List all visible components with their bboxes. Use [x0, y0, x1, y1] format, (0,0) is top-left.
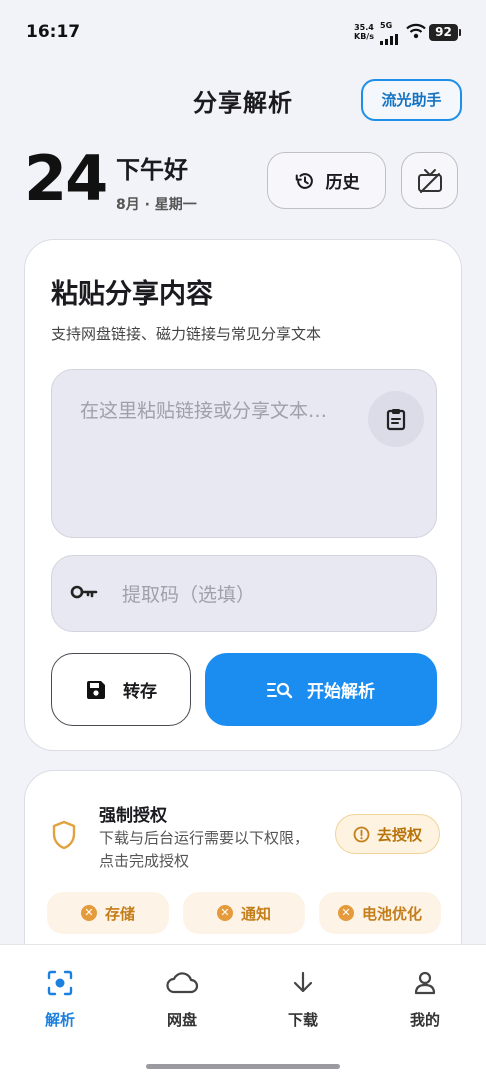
alert-icon	[353, 826, 370, 842]
extract-code-placeholder: 提取码（选填）	[122, 584, 256, 606]
status-time: 16:17	[26, 22, 81, 42]
day-number: 24	[24, 142, 108, 215]
download-icon	[293, 971, 313, 993]
paste-card-subtitle: 支持网盘链接、磁力链接与常见分享文本	[51, 325, 322, 343]
scan-icon	[47, 970, 73, 996]
paste-input[interactable]: 在这里粘贴链接或分享文本…	[51, 369, 437, 538]
network-speed-unit: KB/s	[354, 32, 374, 41]
user-icon	[414, 971, 436, 995]
signal-5g-icon: 5G	[380, 22, 398, 49]
nav-item-cloud[interactable]: 网盘	[142, 969, 222, 1030]
network-speed: 35.4 KB/s	[354, 23, 374, 41]
history-icon	[295, 172, 313, 189]
nav-label: 我的	[409, 1011, 440, 1029]
save-button[interactable]: 转存	[51, 653, 191, 726]
nav-label: 网盘	[166, 1011, 197, 1029]
paste-card-title: 粘贴分享内容	[51, 279, 213, 310]
close-circle-icon: ✕	[337, 905, 354, 921]
start-parse-button[interactable]: 开始解析	[205, 653, 437, 726]
network-speed-value: 35.4	[354, 23, 374, 32]
auth-card: 强制授权 下载与后台运行需要以下权限，点击完成授权 去授权 ✕ 存储 ✕ 通知 …	[24, 770, 462, 970]
paste-clipboard-button[interactable]	[368, 391, 424, 447]
go-authorize-label: 去授权	[376, 825, 422, 844]
home-indicator[interactable]	[146, 1064, 340, 1069]
status-bar: 16:17 35.4 KB/s 5G 92	[0, 0, 486, 64]
save-label: 转存	[123, 682, 157, 702]
auth-title: 强制授权	[99, 806, 167, 826]
permission-chip-label: 存储	[104, 904, 135, 923]
start-parse-label: 开始解析	[307, 682, 375, 702]
battery-indicator: 92	[429, 24, 461, 41]
close-circle-icon: ✕	[216, 905, 233, 921]
nav-item-mine[interactable]: 我的	[385, 969, 465, 1030]
search-list-icon	[267, 682, 293, 698]
date-subtitle: 8月 · 星期一	[116, 197, 197, 213]
paste-card: 粘贴分享内容 支持网盘链接、磁力链接与常见分享文本 在这里粘贴链接或分享文本… …	[24, 239, 462, 751]
key-icon	[70, 585, 98, 599]
network-type: 5G	[380, 21, 393, 30]
nav-item-parse[interactable]: 解析	[20, 969, 100, 1030]
save-icon	[87, 680, 105, 699]
extract-code-input[interactable]: 提取码（选填）	[51, 555, 437, 632]
permission-chip-battery[interactable]: ✕ 电池优化	[319, 892, 441, 934]
nav-item-download[interactable]: 下载	[263, 969, 343, 1030]
history-label: 历史	[325, 173, 360, 193]
cloud-icon	[166, 972, 199, 994]
close-circle-icon: ✕	[80, 905, 97, 921]
wifi-icon	[406, 23, 426, 39]
shield-icon	[52, 820, 76, 850]
go-authorize-button[interactable]: 去授权	[335, 814, 440, 854]
cast-off-button[interactable]	[401, 152, 458, 209]
cast-off-icon	[417, 168, 442, 193]
nav-label: 解析	[44, 1011, 75, 1029]
permission-chip-storage[interactable]: ✕ 存储	[47, 892, 169, 934]
nav-label: 下载	[287, 1011, 318, 1029]
history-button[interactable]: 历史	[267, 152, 386, 209]
bottom-nav: 解析 网盘 下载 我的	[0, 944, 486, 1080]
helper-button[interactable]: 流光助手	[361, 79, 462, 121]
auth-description: 下载与后台运行需要以下权限，点击完成授权	[99, 829, 310, 870]
permission-chip-notification[interactable]: ✕ 通知	[183, 892, 305, 934]
permission-chip-label: 电池优化	[361, 904, 422, 923]
paste-placeholder: 在这里粘贴链接或分享文本…	[80, 400, 328, 422]
greeting-text: 下午好	[116, 156, 188, 184]
clipboard-icon	[386, 409, 406, 431]
permission-chip-label: 通知	[240, 904, 271, 923]
